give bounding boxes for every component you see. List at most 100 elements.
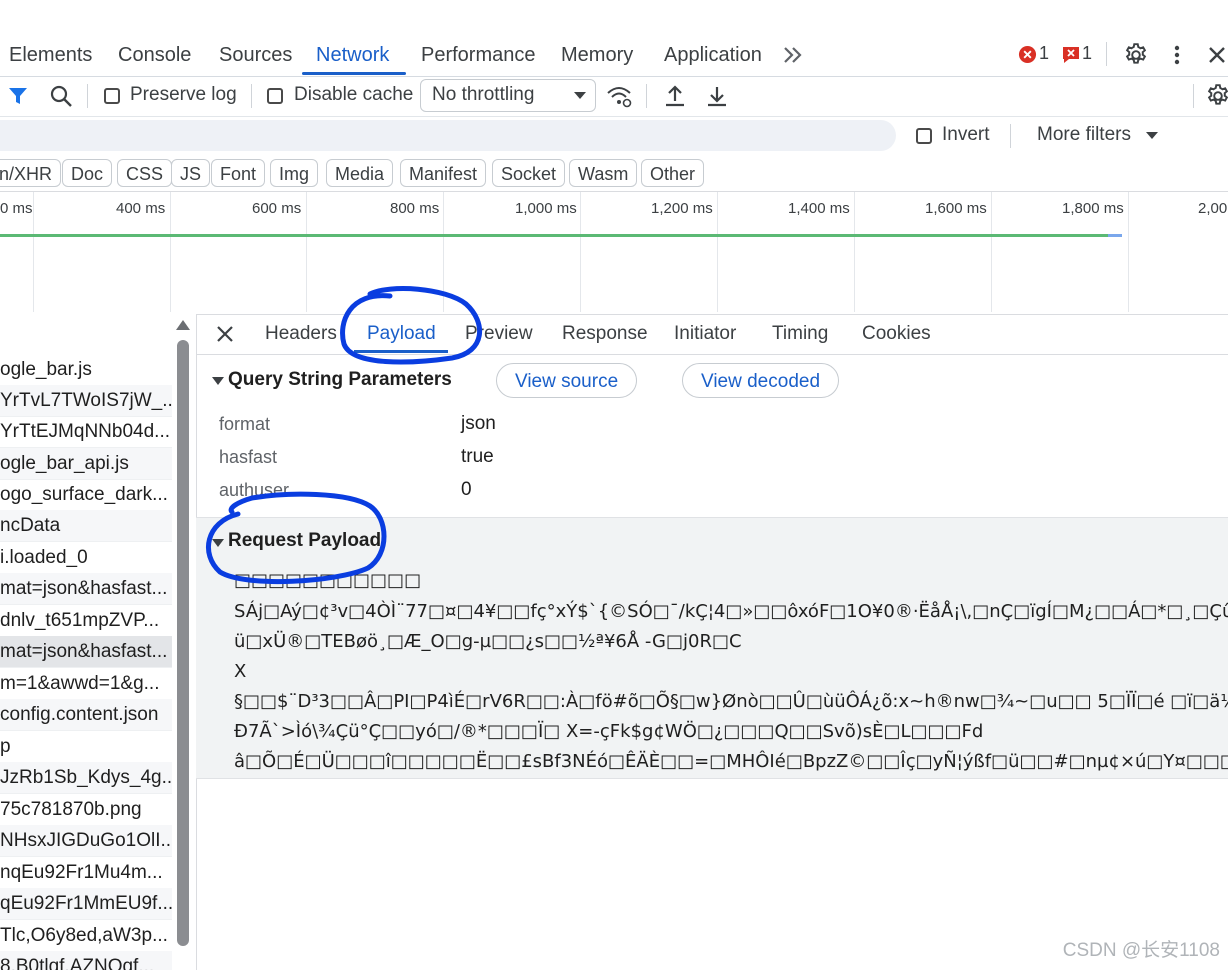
request-row[interactable]: 8,B0tlqf,AZNQqf... (0, 951, 172, 970)
search-icon[interactable] (49, 84, 73, 108)
more-filters-chevron-down-icon[interactable] (1146, 132, 1158, 140)
tab-console[interactable]: Console (118, 34, 191, 74)
timeline-tick-label: 1,000 ms (515, 200, 577, 217)
timeline-overview[interactable]: 0 ms 400 ms 600 ms 800 ms 1,000 ms 1,200… (0, 191, 1228, 315)
request-row[interactable]: YrTtEJMqNNb04d... (0, 416, 172, 448)
issue-flag-icon[interactable] (1061, 46, 1081, 64)
timeline-gridline (1128, 192, 1129, 312)
param-value: true (461, 446, 494, 467)
type-filter-manifest[interactable]: Manifest (400, 159, 487, 187)
preserve-log-label[interactable]: Preserve log (130, 84, 237, 106)
detail-tab-headers[interactable]: Headers (265, 323, 337, 345)
tab-elements[interactable]: Elements (9, 34, 92, 74)
query-string-parameters-header[interactable]: Query String Parameters (228, 369, 452, 391)
tab-sources[interactable]: Sources (219, 34, 292, 74)
network-settings-gear-icon[interactable] (1205, 83, 1228, 109)
invert-checkbox[interactable] (916, 128, 932, 144)
throttling-value: No throttling (432, 84, 535, 105)
request-row[interactable]: qEu92Fr1MmEU9f... (0, 888, 172, 920)
request-payload-header[interactable]: Request Payload (228, 530, 381, 552)
view-source-button[interactable]: View source (496, 363, 638, 398)
timeline-gridline (170, 192, 171, 312)
type-filter-img[interactable]: Img (270, 159, 319, 187)
disable-cache-label[interactable]: Disable cache (294, 84, 413, 106)
preserve-log-checkbox[interactable] (104, 88, 120, 104)
timeline-tick-label: 1,200 ms (651, 200, 713, 217)
filter-input[interactable] (0, 120, 896, 151)
timeline-gridline (991, 192, 992, 312)
error-icon[interactable] (1018, 45, 1037, 64)
param-key: authuser (219, 480, 290, 500)
timeline-request-bar-tail (1108, 234, 1122, 237)
payload-line: Ð7Ã`>Ìó\¾Çü°Ç□□yó□/®*□□□Ï□ X=-çFk$g¢WÖ□¿… (234, 721, 984, 742)
close-detail-icon[interactable] (216, 325, 234, 343)
request-row[interactable]: 75c781870b.png (0, 794, 172, 826)
request-row[interactable]: ncData (0, 510, 172, 542)
settings-gear-icon[interactable] (1123, 42, 1149, 68)
payload-line: â□Õ□É□Ü□□□î□□□□□Ë□□£sBf3NÉó□ÊÄÈ□□=□MHÔIé… (234, 751, 1228, 772)
timeline-gridline (443, 192, 444, 312)
request-row[interactable]: i.loaded_0 (0, 542, 172, 574)
more-filters-button[interactable]: More filters (1037, 124, 1131, 146)
filter-funnel-icon[interactable] (8, 86, 28, 106)
request-row[interactable]: mat=json&hasfast... (0, 573, 172, 605)
invert-label[interactable]: Invert (942, 124, 990, 146)
detail-tab-payload[interactable]: Payload (367, 323, 436, 345)
double-chevron-right-icon[interactable] (782, 45, 804, 65)
request-row[interactable]: JzRb1Sb_Kdys_4g... (0, 762, 172, 794)
timeline-gridline (854, 192, 855, 312)
type-filter-js[interactable]: JS (171, 159, 211, 187)
request-list[interactable]: ogle_bar.js YrTvL7TWoIS7jW_... YrTtEJMqN… (0, 314, 172, 970)
type-filter-css[interactable]: CSS (117, 159, 173, 187)
tab-network[interactable]: Network (316, 34, 389, 74)
request-row[interactable]: nqEu92Fr1Mu4m... (0, 857, 172, 889)
request-row[interactable]: YrTvL7TWoIS7jW_... (0, 385, 172, 417)
request-row[interactable]: Tlc,O6y8ed,aW3p... (0, 920, 172, 952)
import-har-upload-icon[interactable] (664, 84, 686, 108)
tab-memory[interactable]: Memory (561, 34, 633, 74)
request-row[interactable]: m=1&awwd=1&g... (0, 668, 172, 700)
request-row-selected[interactable]: mat=json&hasfast... (0, 636, 172, 668)
request-row[interactable]: dnlv_t651mpZVP... (0, 605, 172, 637)
divider (87, 84, 88, 108)
timeline-gridline (306, 192, 307, 312)
collapse-triangle-icon[interactable] (212, 376, 224, 386)
detail-tab-cookies[interactable]: Cookies (862, 323, 931, 345)
scrollbar-thumb[interactable] (177, 340, 189, 946)
request-row[interactable]: config.content.json (0, 699, 172, 731)
payload-line: □□□□□□□□□□□ (234, 570, 422, 591)
disable-cache-checkbox[interactable] (267, 88, 283, 104)
param-value: 0 (461, 479, 472, 500)
network-conditions-wifi-icon[interactable] (606, 84, 632, 108)
scroll-up-arrow-icon[interactable] (176, 319, 190, 331)
param-key: hasfast (219, 447, 278, 467)
tab-performance[interactable]: Performance (421, 34, 536, 74)
type-filter-doc[interactable]: Doc (62, 159, 113, 187)
tab-application[interactable]: Application (664, 34, 762, 74)
request-row[interactable]: NHsxJIGDuGo1OlI... (0, 825, 172, 857)
detail-tab-timing[interactable]: Timing (772, 323, 828, 345)
type-filter-xhr[interactable]: n/XHR (0, 159, 62, 187)
type-filter-wasm[interactable]: Wasm (569, 159, 638, 187)
request-row[interactable]: ogle_bar.js (0, 354, 172, 386)
request-row[interactable]: ogo_surface_dark... (0, 479, 172, 511)
throttling-select[interactable]: No throttling (420, 79, 596, 112)
collapse-triangle-icon[interactable] (212, 538, 224, 548)
request-row[interactable]: p (0, 731, 172, 763)
detail-tab-response[interactable]: Response (562, 323, 648, 345)
more-vert-icon[interactable] (1167, 43, 1187, 67)
type-filter-media[interactable]: Media (326, 159, 394, 187)
detail-tab-preview[interactable]: Preview (465, 323, 533, 345)
detail-tab-initiator[interactable]: Initiator (674, 323, 736, 345)
close-icon[interactable] (1206, 44, 1228, 66)
request-payload-body: □□□□□□□□□□□ SÁj□Aý□¢³v□4ÒÌ¨77□¤□4¥□□fç°x… (196, 566, 1228, 779)
request-row[interactable]: ogle_bar_api.js (0, 448, 172, 480)
timeline-gridline (580, 192, 581, 312)
param-key: format (219, 414, 271, 434)
type-filter-socket[interactable]: Socket (492, 159, 566, 187)
type-filter-font[interactable]: Font (211, 159, 266, 187)
export-har-download-icon[interactable] (706, 84, 728, 108)
type-filter-other[interactable]: Other (641, 159, 705, 187)
view-decoded-button[interactable]: View decoded (682, 363, 840, 398)
timeline-tick-label: 1,800 ms (1062, 200, 1124, 217)
